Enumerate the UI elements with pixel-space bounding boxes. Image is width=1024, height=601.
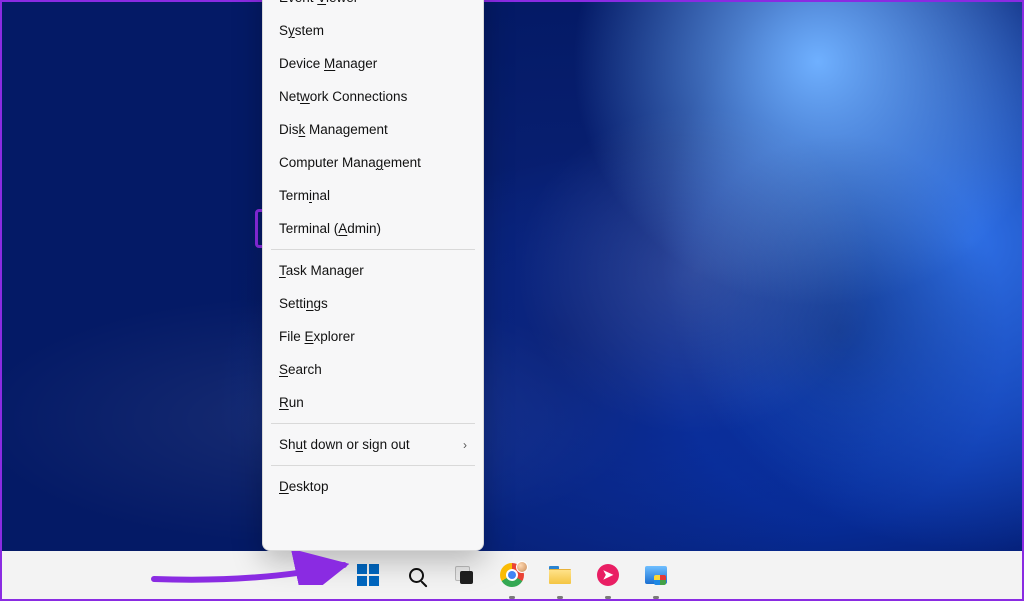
menu-item-label: Task Manager <box>279 263 364 278</box>
running-indicator <box>605 596 611 599</box>
taskbar-task-view[interactable] <box>444 555 484 595</box>
menu-item-label: Event Viewer <box>279 0 358 5</box>
menu-item-label: Terminal (Admin) <box>279 221 381 236</box>
menu-item-label: Disk Management <box>279 122 388 137</box>
menu-item-file-explorer[interactable]: File Explorer <box>267 320 479 353</box>
menu-item-system[interactable]: System <box>267 14 479 47</box>
running-indicator <box>653 596 659 599</box>
menu-item-device-manager[interactable]: Device Manager <box>267 47 479 80</box>
profile-badge-icon <box>516 561 528 573</box>
chrome-icon <box>500 563 524 587</box>
taskbar-start[interactable] <box>348 555 388 595</box>
search-icon <box>409 568 424 583</box>
menu-item-label: Device Manager <box>279 56 377 71</box>
menu-item-label: File Explorer <box>279 329 355 344</box>
menu-separator <box>271 249 475 250</box>
menu-item-settings[interactable]: Settings <box>267 287 479 320</box>
menu-item-network-connections[interactable]: Network Connections <box>267 80 479 113</box>
menu-item-run[interactable]: Run <box>267 386 479 419</box>
taskbar-chrome[interactable] <box>492 555 532 595</box>
chevron-right-icon: › <box>463 438 467 452</box>
running-indicator <box>557 596 563 599</box>
menu-separator <box>271 465 475 466</box>
taskbar-sharex[interactable]: ➤ <box>588 555 628 595</box>
taskbar-search[interactable] <box>396 555 436 595</box>
taskbar: ➤ <box>2 551 1022 599</box>
menu-item-shutdown-signout[interactable]: Shut down or sign out › <box>267 428 479 461</box>
task-view-icon <box>455 566 473 584</box>
menu-item-label: Run <box>279 395 304 410</box>
menu-item-label: Desktop <box>279 479 329 494</box>
menu-item-label: System <box>279 23 324 38</box>
menu-item-label: Computer Management <box>279 155 421 170</box>
menu-item-search[interactable]: Search <box>267 353 479 386</box>
menu-item-task-manager[interactable]: Task Manager <box>267 254 479 287</box>
taskbar-file-explorer[interactable] <box>540 555 580 595</box>
running-indicator <box>509 596 515 599</box>
desktop-wallpaper <box>2 2 1022 599</box>
menu-item-disk-management[interactable]: Disk Management <box>267 113 479 146</box>
menu-item-label: Network Connections <box>279 89 407 104</box>
menu-item-label: Search <box>279 362 322 377</box>
start-icon <box>357 564 379 586</box>
menu-item-label: Shut down or sign out <box>279 437 410 452</box>
menu-item-computer-management[interactable]: Computer Management <box>267 146 479 179</box>
menu-item-terminal[interactable]: Terminal <box>267 179 479 212</box>
menu-item-event-viewer[interactable]: Event Viewer <box>267 0 479 14</box>
menu-separator <box>271 423 475 424</box>
menu-item-terminal-admin[interactable]: Terminal (Admin) <box>267 212 479 245</box>
menu-item-label: Terminal <box>279 188 330 203</box>
winx-context-menu: Event Viewer System Device Manager Network … <box>262 0 484 551</box>
menu-item-label: Settings <box>279 296 328 311</box>
sharex-icon: ➤ <box>597 564 619 586</box>
taskbar-control-panel[interactable] <box>636 555 676 595</box>
file-explorer-icon <box>549 566 571 584</box>
control-panel-icon <box>645 566 667 584</box>
menu-item-desktop[interactable]: Desktop <box>267 470 479 503</box>
